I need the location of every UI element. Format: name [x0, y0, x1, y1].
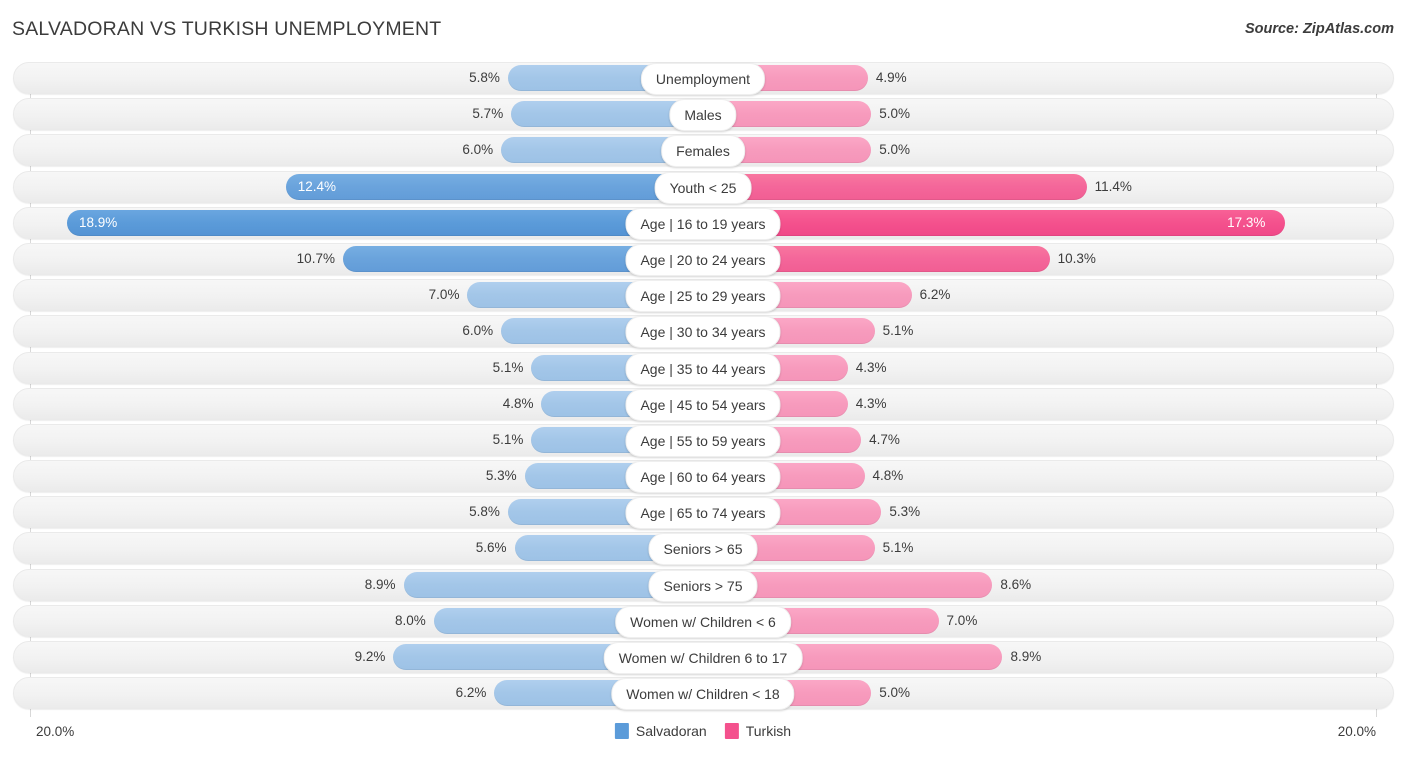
table-row: 7.0% 6.2% Age | 25 to 29 years: [0, 279, 1406, 313]
legend-label: Salvadoran: [635, 723, 707, 739]
chart-footer: 20.0% 20.0% Salvadoran Turkish: [0, 719, 1406, 757]
table-row: 10.7% 10.3% Age | 20 to 24 years: [0, 242, 1406, 276]
value-label-salvadoran: 5.7%: [472, 106, 504, 122]
value-label-turkish: 5.0%: [879, 685, 911, 701]
value-label-salvadoran: 5.8%: [469, 70, 500, 85]
row-category-label: Males: [669, 99, 737, 132]
table-row: 18.9% 17.3% Age | 16 to 19 years: [0, 206, 1406, 240]
value-label-turkish: 10.3%: [1057, 250, 1096, 266]
row-category-label: Age | 65 to 74 years: [625, 497, 781, 530]
row-category-label: Age | 55 to 59 years: [625, 424, 781, 457]
bar-salvadoran[interactable]: [67, 209, 703, 236]
row-category-label: Age | 25 to 29 years: [625, 280, 781, 313]
row-category-label: Seniors > 75: [648, 569, 758, 602]
bar-turkish[interactable]: [703, 173, 1087, 200]
value-label-turkish: 6.2%: [919, 287, 951, 303]
table-row: 5.6% 5.1% Seniors > 65: [0, 532, 1406, 566]
axis-max-label: 20.0%: [1337, 724, 1376, 739]
value-label-salvadoran: 10.7%: [296, 250, 335, 266]
value-label-salvadoran: 6.0%: [462, 142, 494, 158]
value-label-salvadoran: 6.0%: [462, 323, 494, 339]
chart-plot-area: 5.8% 4.9% Unemployment 5.7% 5.0% Males 6.0% 5.0…: [0, 62, 1406, 717]
table-row: 12.4% 11.4% Youth < 25: [0, 170, 1406, 204]
value-label-salvadoran: 7.0%: [428, 287, 460, 303]
value-label-turkish: 5.3%: [889, 504, 921, 520]
value-label-turkish: 4.8%: [872, 468, 904, 484]
value-label-salvadoran: 4.8%: [502, 395, 534, 411]
value-label-salvadoran: 5.6%: [475, 540, 507, 556]
table-row: 6.2% 5.0% Women w/ Children < 18: [0, 677, 1406, 711]
value-label-turkish: 8.9%: [1010, 649, 1042, 664]
table-row: 5.1% 4.7% Age | 55 to 59 years: [0, 423, 1406, 457]
legend-swatch-icon: [724, 723, 739, 739]
value-label-turkish: 11.4%: [1094, 178, 1132, 194]
value-label-turkish: 5.1%: [882, 323, 914, 339]
value-label-turkish: 4.3%: [855, 359, 887, 375]
table-row: 6.0% 5.0% Females: [0, 134, 1406, 168]
value-label-salvadoran: 12.4%: [297, 178, 337, 194]
row-category-label: Unemployment: [640, 63, 766, 95]
value-label-turkish: 4.9%: [875, 70, 907, 85]
row-category-label: Women w/ Children < 6: [615, 605, 791, 638]
row-category-label: Women w/ Children 6 to 17: [603, 642, 803, 674]
value-label-turkish: 5.0%: [879, 142, 911, 158]
legend-label: Turkish: [745, 723, 792, 739]
row-category-label: Age | 20 to 24 years: [625, 243, 781, 276]
bar-turkish[interactable]: [703, 209, 1286, 236]
value-label-turkish: 4.3%: [855, 395, 887, 411]
bar-rows-container: 5.8% 4.9% Unemployment 5.7% 5.0% Males 6.0% 5.0…: [0, 62, 1406, 713]
row-category-label: Age | 16 to 19 years: [625, 207, 781, 240]
table-row: 8.9% 8.6% Seniors > 75: [0, 568, 1406, 602]
value-label-salvadoran: 18.9%: [79, 214, 118, 230]
legend-item[interactable]: Salvadoran: [614, 723, 707, 739]
value-label-turkish: 5.0%: [879, 106, 911, 122]
row-category-label: Females: [661, 135, 745, 168]
source-attribution: Source: ZipAtlas.com: [1244, 21, 1394, 37]
value-label-salvadoran: 6.2%: [455, 685, 487, 701]
legend-swatch-icon: [614, 723, 629, 739]
row-category-label: Age | 30 to 34 years: [625, 316, 781, 349]
table-row: 5.3% 4.8% Age | 60 to 64 years: [0, 460, 1406, 494]
value-label-salvadoran: 5.1%: [492, 359, 524, 375]
axis-min-label: 20.0%: [36, 724, 75, 739]
value-label-turkish: 17.3%: [1227, 214, 1266, 230]
table-row: 8.0% 7.0% Women w/ Children < 6: [0, 604, 1406, 638]
value-label-salvadoran: 5.1%: [492, 431, 524, 447]
value-label-salvadoran: 8.9%: [364, 576, 396, 592]
chart-legend: Salvadoran Turkish: [614, 723, 792, 739]
page-title: SALVADORAN VS TURKISH UNEMPLOYMENT: [12, 18, 442, 40]
table-row: 5.1% 4.3% Age | 35 to 44 years: [0, 351, 1406, 385]
value-label-turkish: 8.6%: [1000, 576, 1032, 592]
table-row: 9.2% 8.9% Women w/ Children 6 to 17: [0, 641, 1406, 674]
row-category-label: Age | 45 to 54 years: [625, 388, 781, 421]
value-label-turkish: 7.0%: [946, 612, 978, 628]
table-row: 5.8% 4.9% Unemployment: [0, 62, 1406, 95]
value-label-salvadoran: 8.0%: [395, 612, 426, 628]
chart-header: SALVADORAN VS TURKISH UNEMPLOYMENT Sourc…: [0, 0, 1406, 58]
table-row: 5.7% 5.0% Males: [0, 98, 1406, 132]
value-label-salvadoran: 5.3%: [485, 468, 517, 484]
value-label-salvadoran: 5.8%: [469, 504, 500, 520]
value-label-turkish: 5.1%: [882, 540, 914, 556]
row-category-label: Youth < 25: [654, 171, 752, 204]
legend-item[interactable]: Turkish: [724, 723, 792, 739]
row-category-label: Women w/ Children < 18: [611, 678, 795, 711]
table-row: 6.0% 5.1% Age | 30 to 34 years: [0, 315, 1406, 349]
value-label-turkish: 4.7%: [869, 431, 900, 447]
value-label-salvadoran: 9.2%: [354, 649, 386, 664]
row-category-label: Age | 35 to 44 years: [625, 352, 781, 385]
table-row: 4.8% 4.3% Age | 45 to 54 years: [0, 387, 1406, 421]
row-category-label: Age | 60 to 64 years: [625, 461, 781, 494]
row-category-label: Seniors > 65: [648, 533, 758, 566]
table-row: 5.8% 5.3% Age | 65 to 74 years: [0, 496, 1406, 530]
bar-salvadoran[interactable]: [285, 173, 703, 200]
